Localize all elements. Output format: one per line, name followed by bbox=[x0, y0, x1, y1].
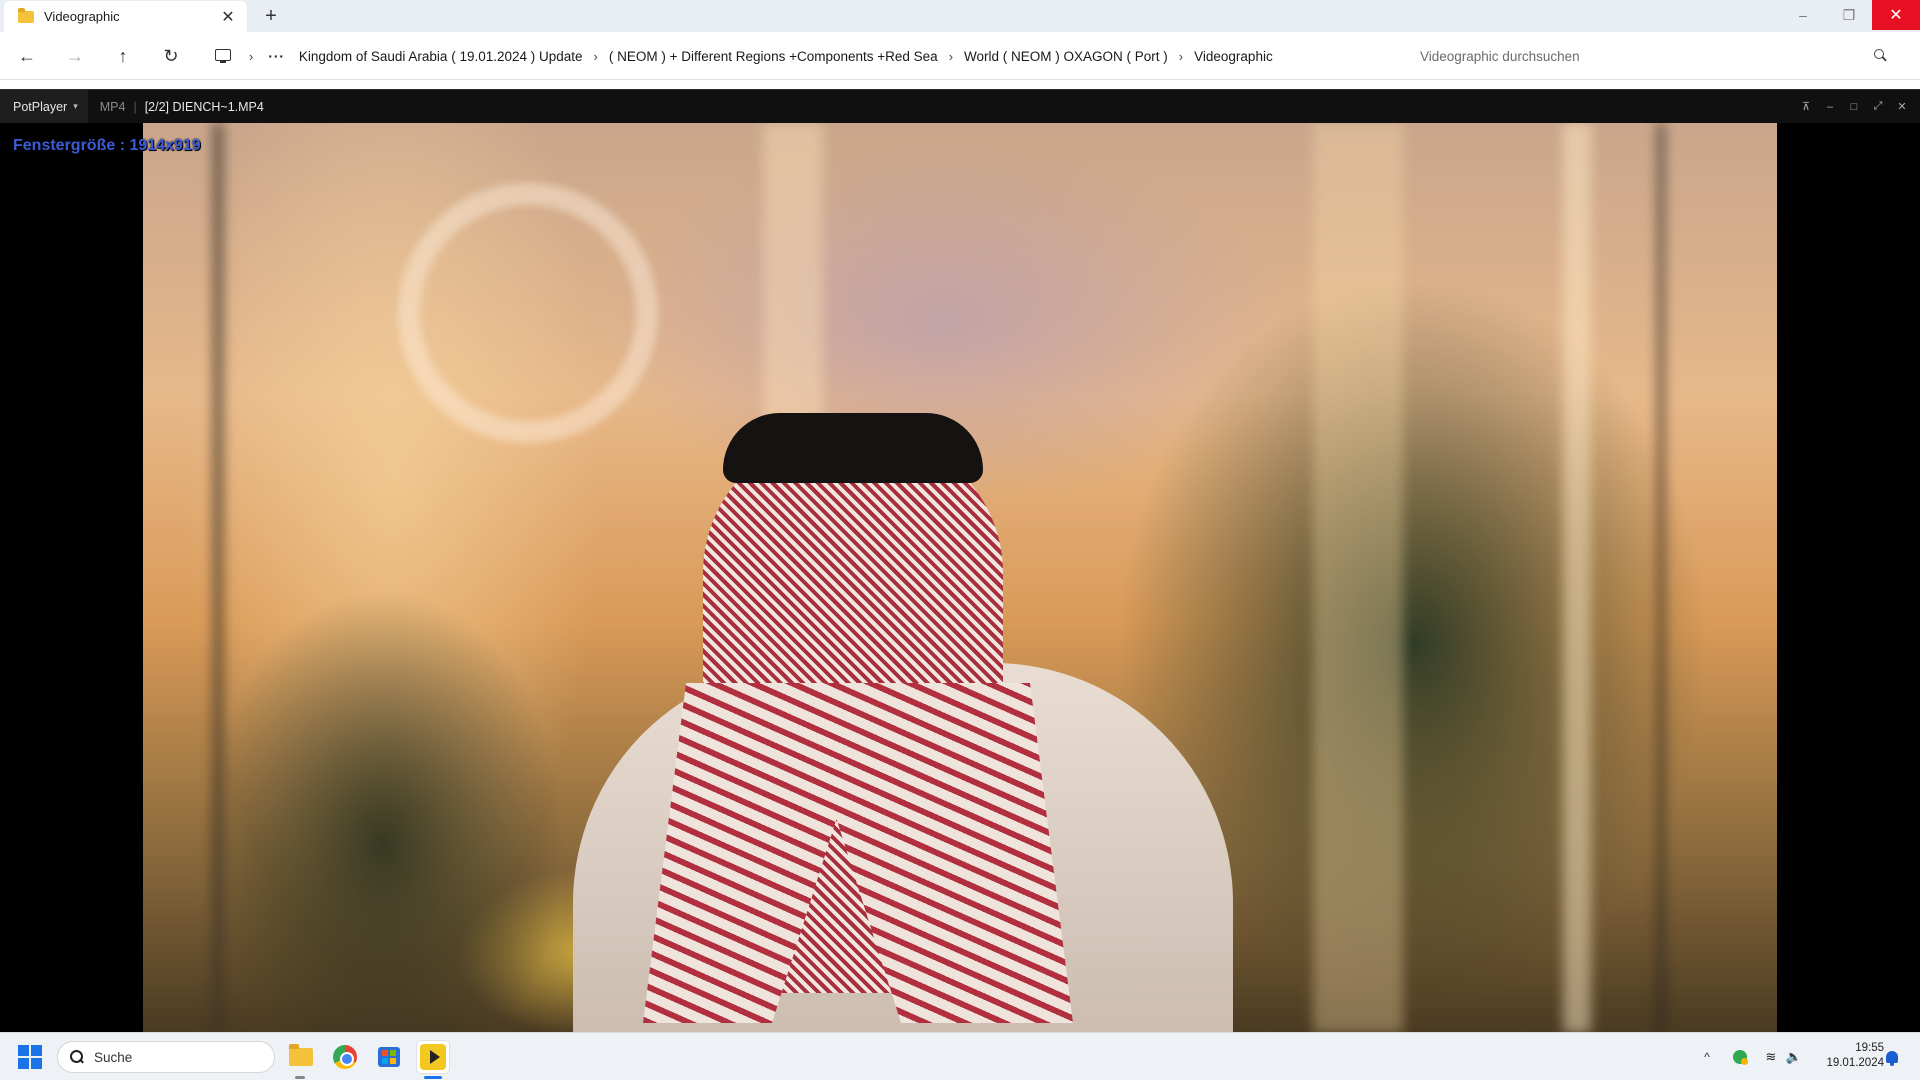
chevron-down-icon: ▾ bbox=[73, 101, 78, 111]
breadcrumb-item-current[interactable]: Videographic bbox=[1194, 49, 1273, 64]
video-pillar bbox=[1658, 123, 1664, 1033]
notification-bell-icon[interactable] bbox=[1882, 1047, 1902, 1067]
pin-icon[interactable]: ⊼ bbox=[1798, 99, 1814, 115]
file-format: MP4 bbox=[99, 99, 126, 114]
up-arrow-icon[interactable]: ↑ bbox=[108, 42, 138, 70]
video-area[interactable]: Fenstergröße : 1914x919 bbox=[0, 123, 1920, 1033]
volume-icon[interactable]: 🔈 bbox=[1783, 1033, 1805, 1080]
video-pillar bbox=[1313, 123, 1403, 1033]
address-bar: ← → ↑ ↻ › ··· Kingdom of Saudi Arabia ( … bbox=[0, 32, 1920, 80]
security-shield-icon[interactable] bbox=[1730, 1033, 1750, 1080]
video-frame[interactable] bbox=[143, 123, 1777, 1033]
windows-start-icon[interactable] bbox=[18, 1045, 42, 1069]
breadcrumb-separator[interactable]: › bbox=[949, 49, 953, 64]
tab-videographic[interactable]: Videographic ✕ bbox=[4, 1, 247, 32]
file-explorer-icon[interactable] bbox=[284, 1040, 318, 1074]
taskbar-search-placeholder: Suche bbox=[94, 1049, 133, 1065]
microsoft-store-icon[interactable] bbox=[372, 1040, 406, 1074]
potplayer-menu-button[interactable]: PotPlayer ▾ bbox=[0, 90, 88, 123]
video-pillar bbox=[213, 123, 223, 1033]
taskbar: Suche ^ ≋ 🔈 19:55 19.01.2024 bbox=[0, 1032, 1920, 1080]
player-maximize-button[interactable]: □ bbox=[1846, 99, 1862, 115]
forward-arrow-icon[interactable]: → bbox=[60, 42, 90, 70]
tray-chevron-icon[interactable]: ^ bbox=[1697, 1033, 1717, 1080]
taskbar-clock[interactable]: 19:55 19.01.2024 bbox=[1812, 1041, 1884, 1071]
explorer-content-strip bbox=[0, 80, 1920, 89]
restore-button[interactable]: ❐ bbox=[1826, 0, 1872, 30]
potplayer-titlebar[interactable]: PotPlayer ▾ MP4 | [2/2] DIENCH~1.MP4 ⊼ –… bbox=[0, 90, 1920, 123]
breadcrumb-item[interactable]: World ( NEOM ) OXAGON ( Port ) bbox=[964, 49, 1168, 64]
explorer-search[interactable] bbox=[1408, 40, 1900, 72]
player-close-button[interactable]: ✕ bbox=[1894, 99, 1910, 115]
clock-date: 19.01.2024 bbox=[1826, 1057, 1884, 1069]
video-title: [2/2] DIENCH~1.MP4 bbox=[144, 99, 264, 114]
back-arrow-icon[interactable]: ← bbox=[12, 42, 42, 70]
explorer-titlebar: Videographic ✕ + – ❐ ✕ bbox=[0, 0, 1920, 32]
wifi-icon[interactable]: ≋ bbox=[1760, 1033, 1782, 1080]
close-button[interactable]: ✕ bbox=[1872, 0, 1920, 30]
breadcrumb-separator[interactable]: › bbox=[594, 49, 598, 64]
potplayer-icon[interactable] bbox=[416, 1040, 450, 1074]
video-pillar bbox=[1563, 123, 1591, 1033]
this-pc-icon[interactable] bbox=[208, 46, 238, 66]
refresh-icon[interactable]: ↻ bbox=[156, 42, 186, 70]
video-person bbox=[573, 393, 1233, 1033]
new-tab-button[interactable]: + bbox=[258, 4, 284, 28]
breadcrumb-item[interactable]: Kingdom of Saudi Arabia ( 19.01.2024 ) U… bbox=[299, 49, 583, 64]
minimize-button[interactable]: – bbox=[1780, 0, 1826, 30]
potplayer-brand: PotPlayer bbox=[13, 99, 68, 114]
folder-icon bbox=[18, 7, 34, 23]
clock-time: 19:55 bbox=[1855, 1042, 1884, 1054]
potplayer-window: PotPlayer ▾ MP4 | [2/2] DIENCH~1.MP4 ⊼ –… bbox=[0, 89, 1920, 1033]
search-icon[interactable] bbox=[1874, 49, 1888, 63]
tab-label: Videographic bbox=[44, 9, 120, 24]
chrome-icon[interactable] bbox=[328, 1040, 362, 1074]
tab-close-icon[interactable]: ✕ bbox=[219, 7, 237, 27]
window-size-overlay: Fenstergröße : 1914x919 bbox=[13, 137, 201, 154]
active-indicator bbox=[424, 1076, 442, 1079]
breadcrumb-item[interactable]: ( NEOM ) + Different Regions +Components… bbox=[609, 49, 938, 64]
potplayer-window-controls: ⊼ – □ ⤢ ✕ bbox=[1798, 90, 1910, 123]
search-icon bbox=[70, 1050, 84, 1064]
running-indicator bbox=[295, 1076, 305, 1079]
title-divider: | bbox=[133, 99, 137, 114]
search-input[interactable] bbox=[1420, 48, 1874, 64]
breadcrumb-more-icon[interactable]: ··· bbox=[268, 49, 285, 64]
player-minimize-button[interactable]: – bbox=[1822, 99, 1838, 115]
fullscreen-icon[interactable]: ⤢ bbox=[1870, 99, 1886, 115]
person-agal bbox=[723, 413, 983, 483]
taskbar-search[interactable]: Suche bbox=[57, 1041, 275, 1073]
breadcrumb[interactable]: › ··· Kingdom of Saudi Arabia ( 19.01.20… bbox=[202, 40, 1400, 72]
breadcrumb-separator[interactable]: › bbox=[249, 49, 253, 64]
breadcrumb-separator[interactable]: › bbox=[1179, 49, 1183, 64]
